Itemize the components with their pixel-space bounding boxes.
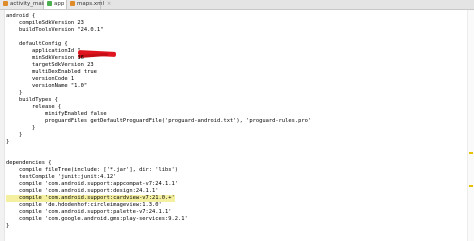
tab-label: maps.xml — [77, 1, 104, 7]
code-line: release { — [6, 104, 62, 110]
code-line: versionCode 1 — [6, 76, 75, 82]
code-editor[interactable]: android { compileSdkVersion 23 buildTool… — [6, 10, 466, 241]
gradle-file-icon — [47, 1, 52, 6]
code-line: } — [6, 132, 23, 138]
close-icon[interactable]: × — [107, 1, 111, 7]
code-line: compile 'de.hdodenhof:circleimageview:1.… — [6, 202, 162, 208]
tab-app[interactable]: app× — [44, 0, 72, 9]
editor-tab-bar: activity_main.xml× app× maps.xml× — [0, 0, 474, 10]
code-line: compile 'com.android.support:palette-v7:… — [6, 209, 172, 215]
code-line: compile 'com.android.support:appcompat-v… — [6, 181, 179, 187]
code-line: } — [6, 223, 10, 229]
code-line: } — [6, 139, 10, 145]
code-line: applicationId " — [6, 48, 117, 59]
xml-file-icon — [3, 1, 8, 6]
warning-mark[interactable] — [469, 152, 473, 154]
code-line: compile fileTree(include: ['*.jar'], dir… — [6, 167, 179, 173]
code-line: defaultConfig { — [6, 41, 68, 47]
code-line: testCompile 'junit:junit:4.12' — [6, 174, 117, 180]
code-line: dependencies { — [6, 160, 52, 166]
warning-mark[interactable] — [469, 185, 473, 187]
code-line: compileSdkVersion 23 — [6, 20, 84, 26]
code-line: minifyEnabled false — [6, 111, 107, 117]
code-line: targetSdkVersion 23 — [6, 62, 94, 68]
error-stripe[interactable] — [467, 10, 474, 241]
code-line: buildToolsVersion "24.0.1" — [6, 27, 104, 33]
editor-gutter — [0, 10, 5, 241]
xml-file-icon — [70, 1, 75, 6]
code-line-warning: compile 'com.android.support:cardview-v7… — [6, 195, 175, 202]
code-line: minSdkVersion 16 — [6, 55, 84, 61]
code-line: compile 'com.google.android.gms:play-ser… — [6, 216, 188, 222]
code-line: proguardFiles getDefaultProguardFile('pr… — [6, 118, 312, 124]
code-line: versionName "1.0" — [6, 83, 88, 89]
tab-maps[interactable]: maps.xml × — [67, 0, 111, 9]
tab-label: app — [54, 1, 65, 7]
tab-activity-main[interactable]: activity_main.xml× — [0, 0, 66, 9]
code-line: } — [6, 125, 36, 131]
code-line: } — [6, 90, 23, 96]
code-line: multiDexEnabled true — [6, 69, 97, 75]
code-line: android { — [6, 13, 36, 19]
code-line: buildTypes { — [6, 97, 58, 103]
code-line: compile 'com.android.support:design:24.1… — [6, 188, 159, 194]
